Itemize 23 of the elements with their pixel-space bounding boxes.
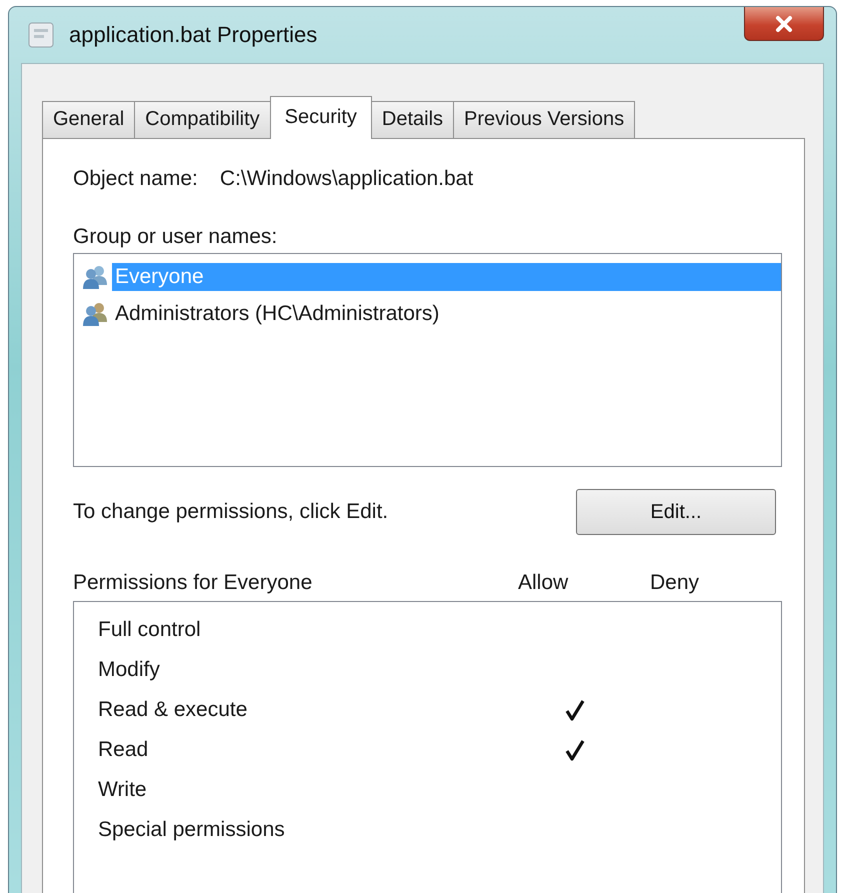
section-label: Group or user names: xyxy=(73,225,278,249)
column-header: Allow xyxy=(518,571,570,596)
tab[interactable]: Security xyxy=(270,96,372,139)
window-title: application.bat Properties xyxy=(69,22,318,48)
section-label: Permissions for Everyone xyxy=(73,571,314,596)
permission-name: Read xyxy=(98,738,150,762)
edit-button[interactable]: Edit... xyxy=(576,489,776,535)
tab[interactable]: Details xyxy=(370,101,454,138)
permission-name: Read & execute xyxy=(98,698,248,722)
close-icon xyxy=(773,14,795,32)
tab[interactable]: Compatibility xyxy=(134,101,271,138)
object-name: C:\Windows\application.bat xyxy=(220,167,474,191)
permission-name: Full control xyxy=(98,618,202,642)
user-list-item[interactable]: Administrators (HC\Administrators) xyxy=(112,300,442,328)
column-header: Deny xyxy=(650,571,700,596)
permission-name: Special permissions xyxy=(98,818,286,842)
close-button[interactable] xyxy=(744,7,824,41)
permission-name: Write xyxy=(98,778,148,802)
field-label: Object name: xyxy=(73,167,198,191)
permission-name: Modify xyxy=(98,658,161,682)
tab[interactable]: Previous Versions xyxy=(453,101,636,138)
hint-text: To change permissions, click Edit. xyxy=(73,500,388,524)
tab[interactable]: General xyxy=(42,101,136,138)
